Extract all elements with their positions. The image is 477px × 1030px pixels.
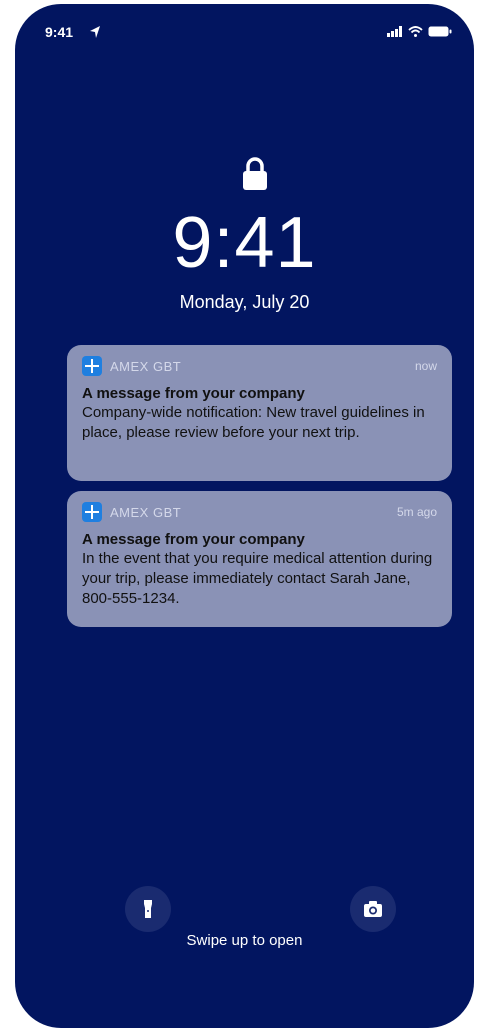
notification-card[interactable]: AMEX GBT 5m ago A message from your comp… [67, 491, 452, 627]
flashlight-button[interactable] [125, 886, 171, 932]
lock-screen-time: 9:41 [172, 203, 317, 283]
battery-icon [428, 26, 452, 37]
notification-time: 5m ago [396, 505, 437, 519]
camera-icon [364, 901, 382, 917]
amex-gbt-app-icon [82, 502, 102, 522]
lock-screen-date: Monday, July 20 [179, 292, 310, 312]
status-icons [387, 26, 452, 37]
notification-app-name: AMEX GBT [110, 358, 182, 374]
notification-title: A message from your company [82, 531, 305, 548]
notification-title: A message from your company [82, 385, 305, 402]
wifi-icon [408, 26, 423, 37]
location-arrow-icon [90, 26, 100, 38]
signal-icon [387, 26, 402, 37]
camera-button[interactable] [350, 886, 396, 932]
notification-header: AMEX GBT now [82, 345, 437, 387]
notification-time: now [414, 359, 437, 373]
flashlight-icon [144, 900, 152, 918]
notification-body: Company-wide notification: New travel gu… [82, 404, 425, 441]
notification-card[interactable]: AMEX GBT now A message from your company… [67, 345, 452, 481]
status-time: 9:41 [45, 24, 74, 40]
swipe-up-hint: Swipe up to open [186, 932, 303, 949]
notification-header: AMEX GBT 5m ago [82, 491, 437, 533]
notification-app-name: AMEX GBT [110, 504, 182, 520]
amex-gbt-app-icon [82, 356, 102, 376]
lock-icon [243, 157, 267, 190]
status-bar: 9:41 [15, 24, 474, 46]
phone-screen: 9:41 9:41 Monday, July 20 AMEX GBT now A… [15, 4, 474, 1028]
notification-body: In the event that you require medical at… [82, 550, 433, 607]
